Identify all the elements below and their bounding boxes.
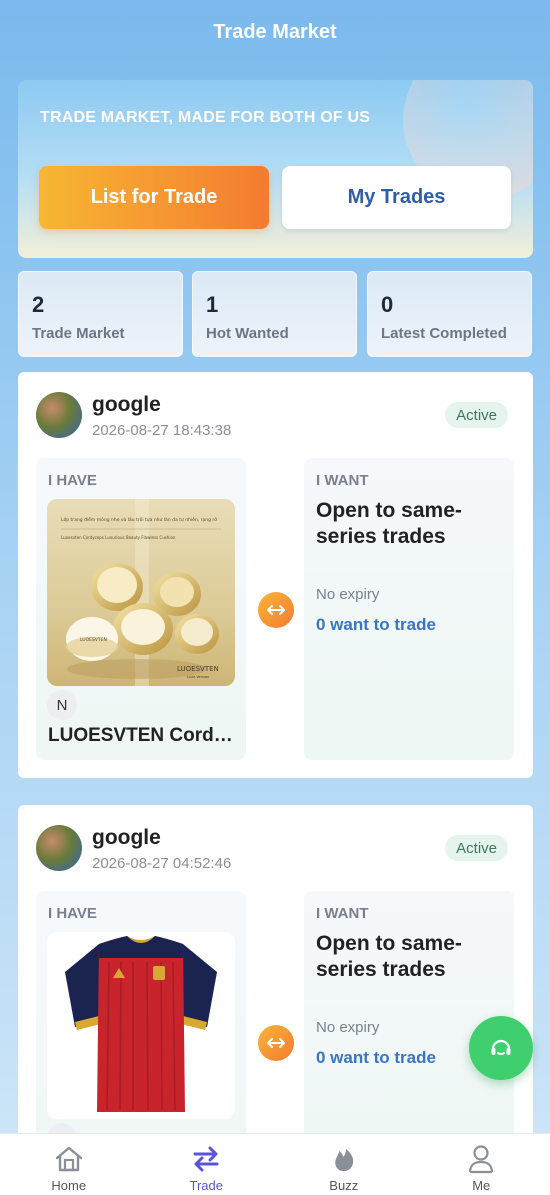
- expiry-text: No expiry: [316, 1019, 380, 1036]
- have-panel[interactable]: I HAVE Lớp trang điểm mỏng nhẹ và lâu tr…: [36, 458, 246, 760]
- want-label: I WANT: [316, 905, 369, 922]
- tab-label: Me: [472, 1178, 491, 1193]
- stat-label: Hot Wanted: [206, 325, 289, 342]
- swap-arrows-icon: [258, 592, 294, 628]
- flame-icon: [331, 1144, 357, 1174]
- tab-label: Trade: [189, 1178, 223, 1193]
- item-name-text: LUOESVTEN Cordyceps Luxurious Beauty Fla…: [48, 725, 234, 746]
- have-panel[interactable]: I HAVE: [36, 891, 246, 1145]
- top-bar: Trade Market: [0, 0, 550, 64]
- home-icon: [54, 1144, 84, 1174]
- want-label: I WANT: [316, 472, 369, 489]
- hero-slogan: TRADE MARKET, MADE FOR BOTH OF US: [40, 109, 371, 126]
- listing-time: 2026-08-27 04:52:46: [92, 855, 232, 872]
- jersey-product-image: [47, 932, 235, 1119]
- want-count-link[interactable]: 0 want to trade: [316, 1048, 436, 1068]
- my-trades-button[interactable]: My Trades: [282, 166, 511, 229]
- swap-arrows-glyph: [267, 605, 285, 615]
- bottom-tab-bar: Home Trade Buzz Me: [0, 1133, 550, 1195]
- hero-banner: TRADE MARKET, MADE FOR BOTH OF US List f…: [18, 80, 533, 258]
- tab-label: Home: [51, 1178, 87, 1193]
- stat-value: 1: [206, 292, 219, 317]
- listing-card[interactable]: google 2026-08-27 04:52:46 Active I HAVE: [18, 805, 533, 1145]
- want-panel[interactable]: I WANT Open to same-series trades No exp…: [304, 891, 514, 1145]
- list-for-trade-button[interactable]: List for Trade: [39, 166, 269, 229]
- want-panel[interactable]: I WANT Open to same-series trades No exp…: [304, 458, 514, 760]
- stat-label: Trade Market: [32, 325, 125, 342]
- user-icon: [467, 1144, 495, 1174]
- have-label: I HAVE: [48, 472, 97, 489]
- stat-hot-wanted[interactable]: 1 Hot Wanted: [192, 271, 357, 357]
- product-image[interactable]: [47, 932, 235, 1119]
- avatar[interactable]: [36, 392, 82, 438]
- headset-support-icon: [491, 1039, 511, 1055]
- stat-trade-market[interactable]: 2 Trade Market: [18, 271, 183, 357]
- tab-buzz[interactable]: Buzz: [275, 1134, 413, 1195]
- swap-arrows-glyph: [267, 1038, 285, 1048]
- listing-time: 2026-08-27 18:43:38: [92, 422, 232, 439]
- expiry-text: No expiry: [316, 586, 380, 603]
- product-image[interactable]: Lớp trang điểm mỏng nhẹ và lâu trôi tựa …: [47, 499, 235, 686]
- want-text: Open to same-series trades: [316, 932, 462, 981]
- stat-value: 2: [32, 292, 45, 317]
- have-label: I HAVE: [48, 905, 97, 922]
- tab-home[interactable]: Home: [0, 1134, 138, 1195]
- listing-card[interactable]: google 2026-08-27 18:43:38 Active I HAVE: [18, 372, 533, 778]
- username: google: [92, 393, 161, 416]
- status-badge: Active: [445, 835, 508, 861]
- image-brand-sub: Luxe Version: [187, 675, 209, 679]
- avatar[interactable]: [36, 825, 82, 871]
- status-badge: Active: [445, 402, 508, 428]
- username: google: [92, 826, 161, 849]
- stat-label: Latest Completed: [381, 325, 507, 342]
- image-subline: Luoesvten Cordyceps Luxurious Beauty Fla…: [61, 535, 176, 540]
- puff-label: LUOESVTEN: [80, 637, 107, 643]
- cushion-product-image: Lớp trang điểm mỏng nhẹ và lâu trôi tựa …: [47, 499, 235, 686]
- want-text: Open to same-series trades: [316, 499, 462, 548]
- trade-arrows-icon: [192, 1144, 220, 1174]
- image-brand: LUOESVTEN: [177, 665, 219, 673]
- condition-badge: N: [47, 690, 77, 720]
- stat-latest-completed[interactable]: 0 Latest Completed: [367, 271, 532, 357]
- stat-value: 0: [381, 292, 394, 317]
- swap-arrows-icon: [258, 1025, 294, 1061]
- tab-trade[interactable]: Trade: [138, 1134, 276, 1195]
- image-tagline: Lớp trang điểm mỏng nhẹ và lâu trôi tựa …: [61, 516, 217, 523]
- item-name: LUOESVTEN Cordyceps Luxurious Beauty Fla…: [48, 725, 234, 747]
- customer-support-button[interactable]: [469, 1016, 533, 1080]
- page-title: Trade Market: [213, 20, 337, 43]
- tab-me[interactable]: Me: [413, 1134, 550, 1195]
- tab-label: Buzz: [329, 1178, 359, 1193]
- want-count-link[interactable]: 0 want to trade: [316, 615, 436, 635]
